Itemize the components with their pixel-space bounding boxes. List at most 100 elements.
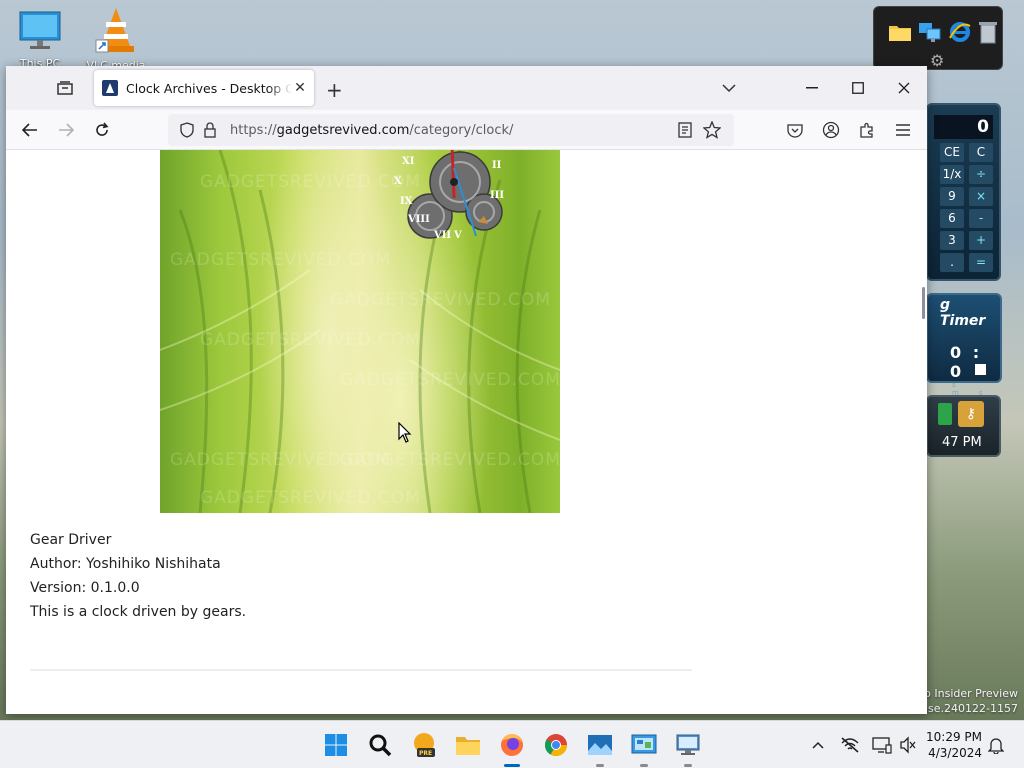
running-indicator [684, 764, 692, 767]
bookmark-star-icon[interactable] [702, 120, 722, 143]
show-hidden-icons-chevron-icon[interactable] [808, 735, 828, 755]
volume-muted-icon[interactable] [898, 735, 918, 755]
recycle-bin-icon[interactable] [978, 19, 998, 45]
running-indicator [596, 764, 604, 767]
gadget-screenshot-image: GADGETSREVIVED.COM GADGETSREVIVED.COM GA… [160, 150, 560, 513]
image-watermark: GADGETSREVIVED.COM [200, 172, 421, 192]
stop-icon[interactable] [975, 364, 986, 375]
svg-text:III: III [490, 190, 504, 201]
taskbar-app-chrome[interactable] [540, 729, 572, 761]
url-path: /category/clock/ [409, 122, 514, 138]
internet-explorer-icon[interactable] [948, 19, 972, 45]
firefox-view-icon[interactable] [56, 80, 74, 96]
calc-key[interactable]: + [969, 231, 993, 250]
timer-digits: 0 : 0 [950, 343, 983, 381]
taskbar-app-firefox[interactable] [496, 729, 528, 767]
windows-logo-icon [325, 734, 347, 756]
gear-icon[interactable]: ⚙ [930, 51, 944, 70]
gear-clock-icon: XIX VIIIVII VIII IIXI [394, 150, 504, 241]
forward-arrow-icon[interactable] [54, 118, 78, 142]
image-watermark: GADGETSREVIVED.COM [340, 370, 560, 390]
watermark-line: ro Insider Preview [919, 687, 1018, 700]
svg-text:II: II [492, 160, 502, 171]
search-icon [369, 734, 392, 757]
search-button[interactable] [364, 729, 396, 761]
taskbar-clock[interactable]: 10:29 PM 4/3/2024 [924, 729, 982, 761]
timer-gadget: g Timer 0 : 0 s ms [926, 293, 1002, 397]
pocket-icon[interactable] [783, 118, 807, 142]
svg-text:XI: XI [402, 156, 415, 167]
gadget-toolbar: ⚙ [873, 6, 1003, 70]
calc-key[interactable]: CE [940, 143, 964, 162]
reader-view-icon[interactable] [678, 122, 692, 142]
no-network-icon[interactable] [840, 735, 860, 755]
desktop-icon-vlc[interactable]: VLC media [84, 6, 148, 72]
svg-text:IX: IX [400, 196, 413, 207]
chrome-icon [545, 734, 567, 756]
clock-time: 10:29 PM [926, 730, 982, 744]
green-app-icon[interactable] [938, 403, 952, 425]
start-button[interactable] [320, 729, 352, 761]
key-icon[interactable]: ⚷ [958, 401, 984, 427]
taskbar: PRE 10:29 PM 4/3/2024 [0, 720, 1024, 768]
network-computers-icon[interactable] [918, 19, 942, 45]
svg-text:X: X [394, 176, 402, 187]
maximize-icon[interactable] [835, 66, 881, 110]
launcher-gadget: ⚷ 47 PM [926, 395, 1001, 457]
vlc-cone-icon [95, 8, 134, 53]
minimize-icon[interactable] [789, 66, 835, 110]
image-watermark: GADGETSREVIVED.COM [340, 450, 560, 470]
new-tab-plus-icon[interactable]: + [326, 78, 343, 102]
close-window-icon[interactable] [881, 66, 927, 110]
calc-key[interactable]: . [940, 253, 964, 272]
menu-hamburger-icon[interactable] [891, 118, 915, 142]
clock-date: 4/3/2024 [928, 746, 982, 760]
taskbar-app-remote-desktop[interactable] [672, 729, 704, 767]
site-favicon-icon [102, 80, 118, 96]
calc-key[interactable]: 3 [940, 231, 964, 250]
tab-active[interactable]: Clock Archives - Desktop Gadgets Revived… [94, 70, 314, 106]
close-tab-icon[interactable]: ✕ [292, 80, 308, 96]
calc-key[interactable]: 9 [940, 187, 964, 206]
back-arrow-icon[interactable] [18, 118, 42, 142]
page-scrollbar-thumb[interactable] [922, 287, 925, 319]
calc-key[interactable]: = [969, 253, 993, 272]
folder-icon[interactable] [888, 19, 912, 45]
timer-title: g Timer [940, 297, 986, 329]
lock-icon[interactable] [204, 122, 216, 142]
taskbar-app-canary[interactable]: PRE [408, 729, 440, 761]
calc-key[interactable]: ÷ [969, 165, 993, 184]
reload-icon[interactable] [90, 118, 114, 142]
gadget-info: Gear Driver Author: Yoshihiko Nishihata … [30, 528, 246, 624]
navigation-toolbar: https://gadgetsrevived.com/category/cloc… [6, 110, 927, 150]
taskbar-app-gadget-viewer[interactable] [584, 729, 616, 767]
extensions-puzzle-icon[interactable] [855, 118, 879, 142]
image-watermark: GADGETSREVIVED.COM [200, 330, 421, 350]
url-text[interactable]: https://gadgetsrevived.com/category/cloc… [230, 123, 513, 138]
running-indicator [640, 764, 648, 767]
notification-bell-icon[interactable] [986, 735, 1006, 755]
monitor-icon [19, 11, 61, 49]
tab-list-chevron-icon[interactable] [722, 78, 736, 97]
calc-key[interactable]: 6 [940, 209, 964, 228]
gadget-version: Version: 0.1.0.0 [30, 580, 140, 596]
display-icon[interactable] [872, 735, 892, 755]
account-icon[interactable] [819, 118, 843, 142]
calc-key[interactable]: × [969, 187, 993, 206]
landscape-window-icon [588, 735, 612, 755]
calc-key[interactable]: C [969, 143, 993, 162]
gadget-author: Author: Yoshihiko Nishihata [30, 556, 221, 572]
calc-key[interactable]: 1/x [940, 165, 964, 184]
os-build-watermark: ro Insider Preview ease.240122-1157 [915, 686, 1018, 716]
taskbar-app-file-explorer[interactable] [452, 729, 484, 761]
tracking-shield-icon[interactable] [180, 122, 194, 142]
calc-key[interactable]: - [969, 209, 993, 228]
image-watermark: GADGETSREVIVED.COM [200, 488, 421, 508]
desktop-icon-this-pc[interactable]: This PC [8, 10, 72, 70]
svg-text:V: V [453, 230, 462, 241]
svg-text:PRE: PRE [419, 750, 432, 757]
svg-text:VIII: VIII [407, 214, 430, 225]
watermark-line: ease.240122-1157 [914, 702, 1018, 715]
taskbar-app-control-panel[interactable] [628, 729, 660, 767]
address-bar[interactable]: https://gadgetsrevived.com/category/cloc… [168, 114, 734, 146]
